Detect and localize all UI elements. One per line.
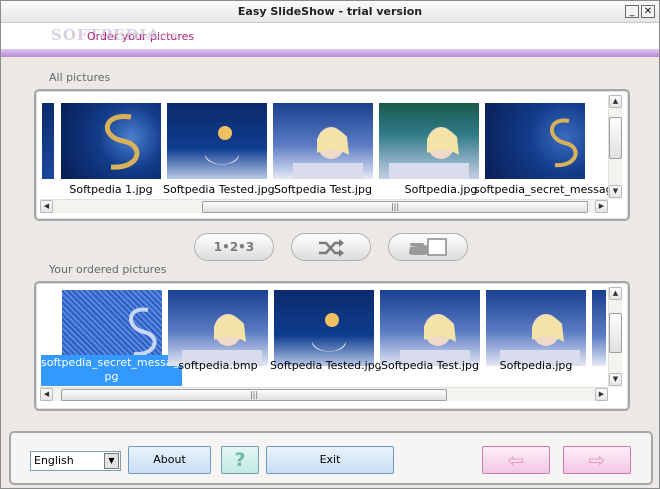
thumbnail-partial[interactable]	[592, 290, 606, 366]
moon-graphic	[312, 313, 346, 352]
scroll-down-button[interactable]: ▼	[609, 373, 622, 386]
portrait-graphic	[500, 314, 580, 366]
moon-graphic	[205, 126, 239, 165]
selected-caption-line2: pg	[104, 370, 119, 383]
all-pictures-label: All pictures	[49, 71, 111, 84]
thumbnail-softpedia[interactable]	[486, 290, 586, 366]
ordered-pictures-panel: softpedia_secret_message.j pg softpedia.…	[34, 281, 630, 411]
thumbnail-partial[interactable]	[42, 103, 54, 179]
selected-caption: softpedia_secret_message.j pg	[41, 355, 193, 386]
shuffle-button[interactable]	[291, 233, 371, 261]
about-button[interactable]: About	[128, 446, 211, 474]
portrait-graphic	[182, 314, 262, 366]
portrait-graphic	[389, 127, 469, 179]
thumbnail-caption: Softpedia Test.jpg	[381, 359, 479, 372]
thumbnail-caption: Softpedia 1.jpg	[69, 183, 153, 196]
app-window: Easy SlideShow - trial version _ ✕ SOFTP…	[0, 0, 660, 489]
vertical-scrollbar[interactable]: ▲ ▼	[608, 95, 622, 199]
language-select[interactable]: English ▼	[30, 451, 121, 471]
close-button[interactable]: ✕	[641, 5, 655, 18]
thumbnail-caption: Softpedia Tested.jpg	[270, 359, 382, 372]
next-button[interactable]: ⇨	[563, 446, 631, 474]
arrow-left-icon: ⇦	[507, 448, 525, 472]
thumbnail-softpedia-test[interactable]	[273, 103, 373, 179]
scroll-right-button[interactable]: ▶	[595, 388, 608, 401]
vertical-scroll-thumb[interactable]	[609, 117, 622, 159]
shuffle-icon	[319, 239, 344, 257]
header-divider	[1, 49, 659, 57]
minimize-button[interactable]: _	[625, 5, 639, 18]
help-button[interactable]: ?	[221, 446, 259, 474]
scroll-down-button[interactable]: ▼	[609, 185, 622, 198]
manual-order-button[interactable]	[388, 233, 468, 261]
scroll-left-button[interactable]: ◀	[40, 388, 53, 401]
thumbnail-caption: Softpedia Tested.jpg	[163, 183, 275, 196]
back-button[interactable]: ⇦	[482, 446, 550, 474]
thumbnail-softpedia-tested[interactable]	[167, 103, 267, 179]
thumbnail-softpedia-bmp[interactable]	[168, 290, 268, 366]
thumbnail-softpedia[interactable]	[379, 103, 479, 179]
thumbnail-caption: Softpedia Test.jpg	[274, 183, 372, 196]
thumbnail-caption: softpedia.bmp	[178, 359, 258, 372]
scroll-up-button[interactable]: ▲	[609, 287, 622, 300]
swirl-s-graphic	[104, 114, 140, 170]
portrait-graphic	[293, 127, 363, 179]
thumbnail-softpedia-1[interactable]	[61, 103, 161, 179]
selected-caption-line1: softpedia_secret_message.j	[41, 356, 193, 369]
swirl-s-graphic	[550, 118, 578, 168]
hand-card-icon	[409, 238, 447, 256]
vertical-scrollbar[interactable]: ▲ ▼	[608, 287, 622, 387]
arrow-right-icon: ⇨	[588, 448, 606, 472]
horizontal-scrollbar[interactable]: ◀ ||| ▶	[40, 199, 608, 213]
scroll-right-button[interactable]: ▶	[595, 200, 608, 213]
thumbnail-caption: Softpedia.jpg	[499, 359, 573, 372]
thumbnail-softpedia-test[interactable]	[380, 290, 480, 366]
brand-url: www.softpedia.com	[99, 31, 178, 40]
vertical-scroll-thumb[interactable]	[609, 313, 622, 353]
scroll-left-button[interactable]: ◀	[40, 200, 53, 213]
numeric-order-button[interactable]: 1•2•3	[194, 233, 274, 261]
thumbnail-softpedia-tested[interactable]	[274, 290, 374, 366]
thumbnail-caption: softpedia_secret_messag...	[474, 183, 624, 196]
exit-button[interactable]: Exit	[266, 446, 394, 474]
scroll-up-button[interactable]: ▲	[609, 95, 622, 108]
title-bar[interactable]: Easy SlideShow - trial version _ ✕	[1, 1, 659, 23]
ordered-pictures-label: Your ordered pictures	[49, 263, 167, 276]
horizontal-scroll-thumb[interactable]: |||	[61, 389, 447, 401]
window-title: Easy SlideShow - trial version	[237, 5, 423, 18]
thumbnail-secret-message[interactable]	[485, 103, 585, 179]
portrait-graphic	[400, 314, 470, 366]
horizontal-scrollbar[interactable]: ◀ ||| ▶	[40, 387, 608, 401]
horizontal-scroll-thumb[interactable]: |||	[202, 201, 588, 213]
language-select-value: English	[34, 454, 74, 467]
chevron-down-icon[interactable]: ▼	[104, 453, 119, 469]
all-pictures-panel: Softpedia 1.jpg Softpedia Tested.jpg Sof…	[34, 89, 630, 221]
